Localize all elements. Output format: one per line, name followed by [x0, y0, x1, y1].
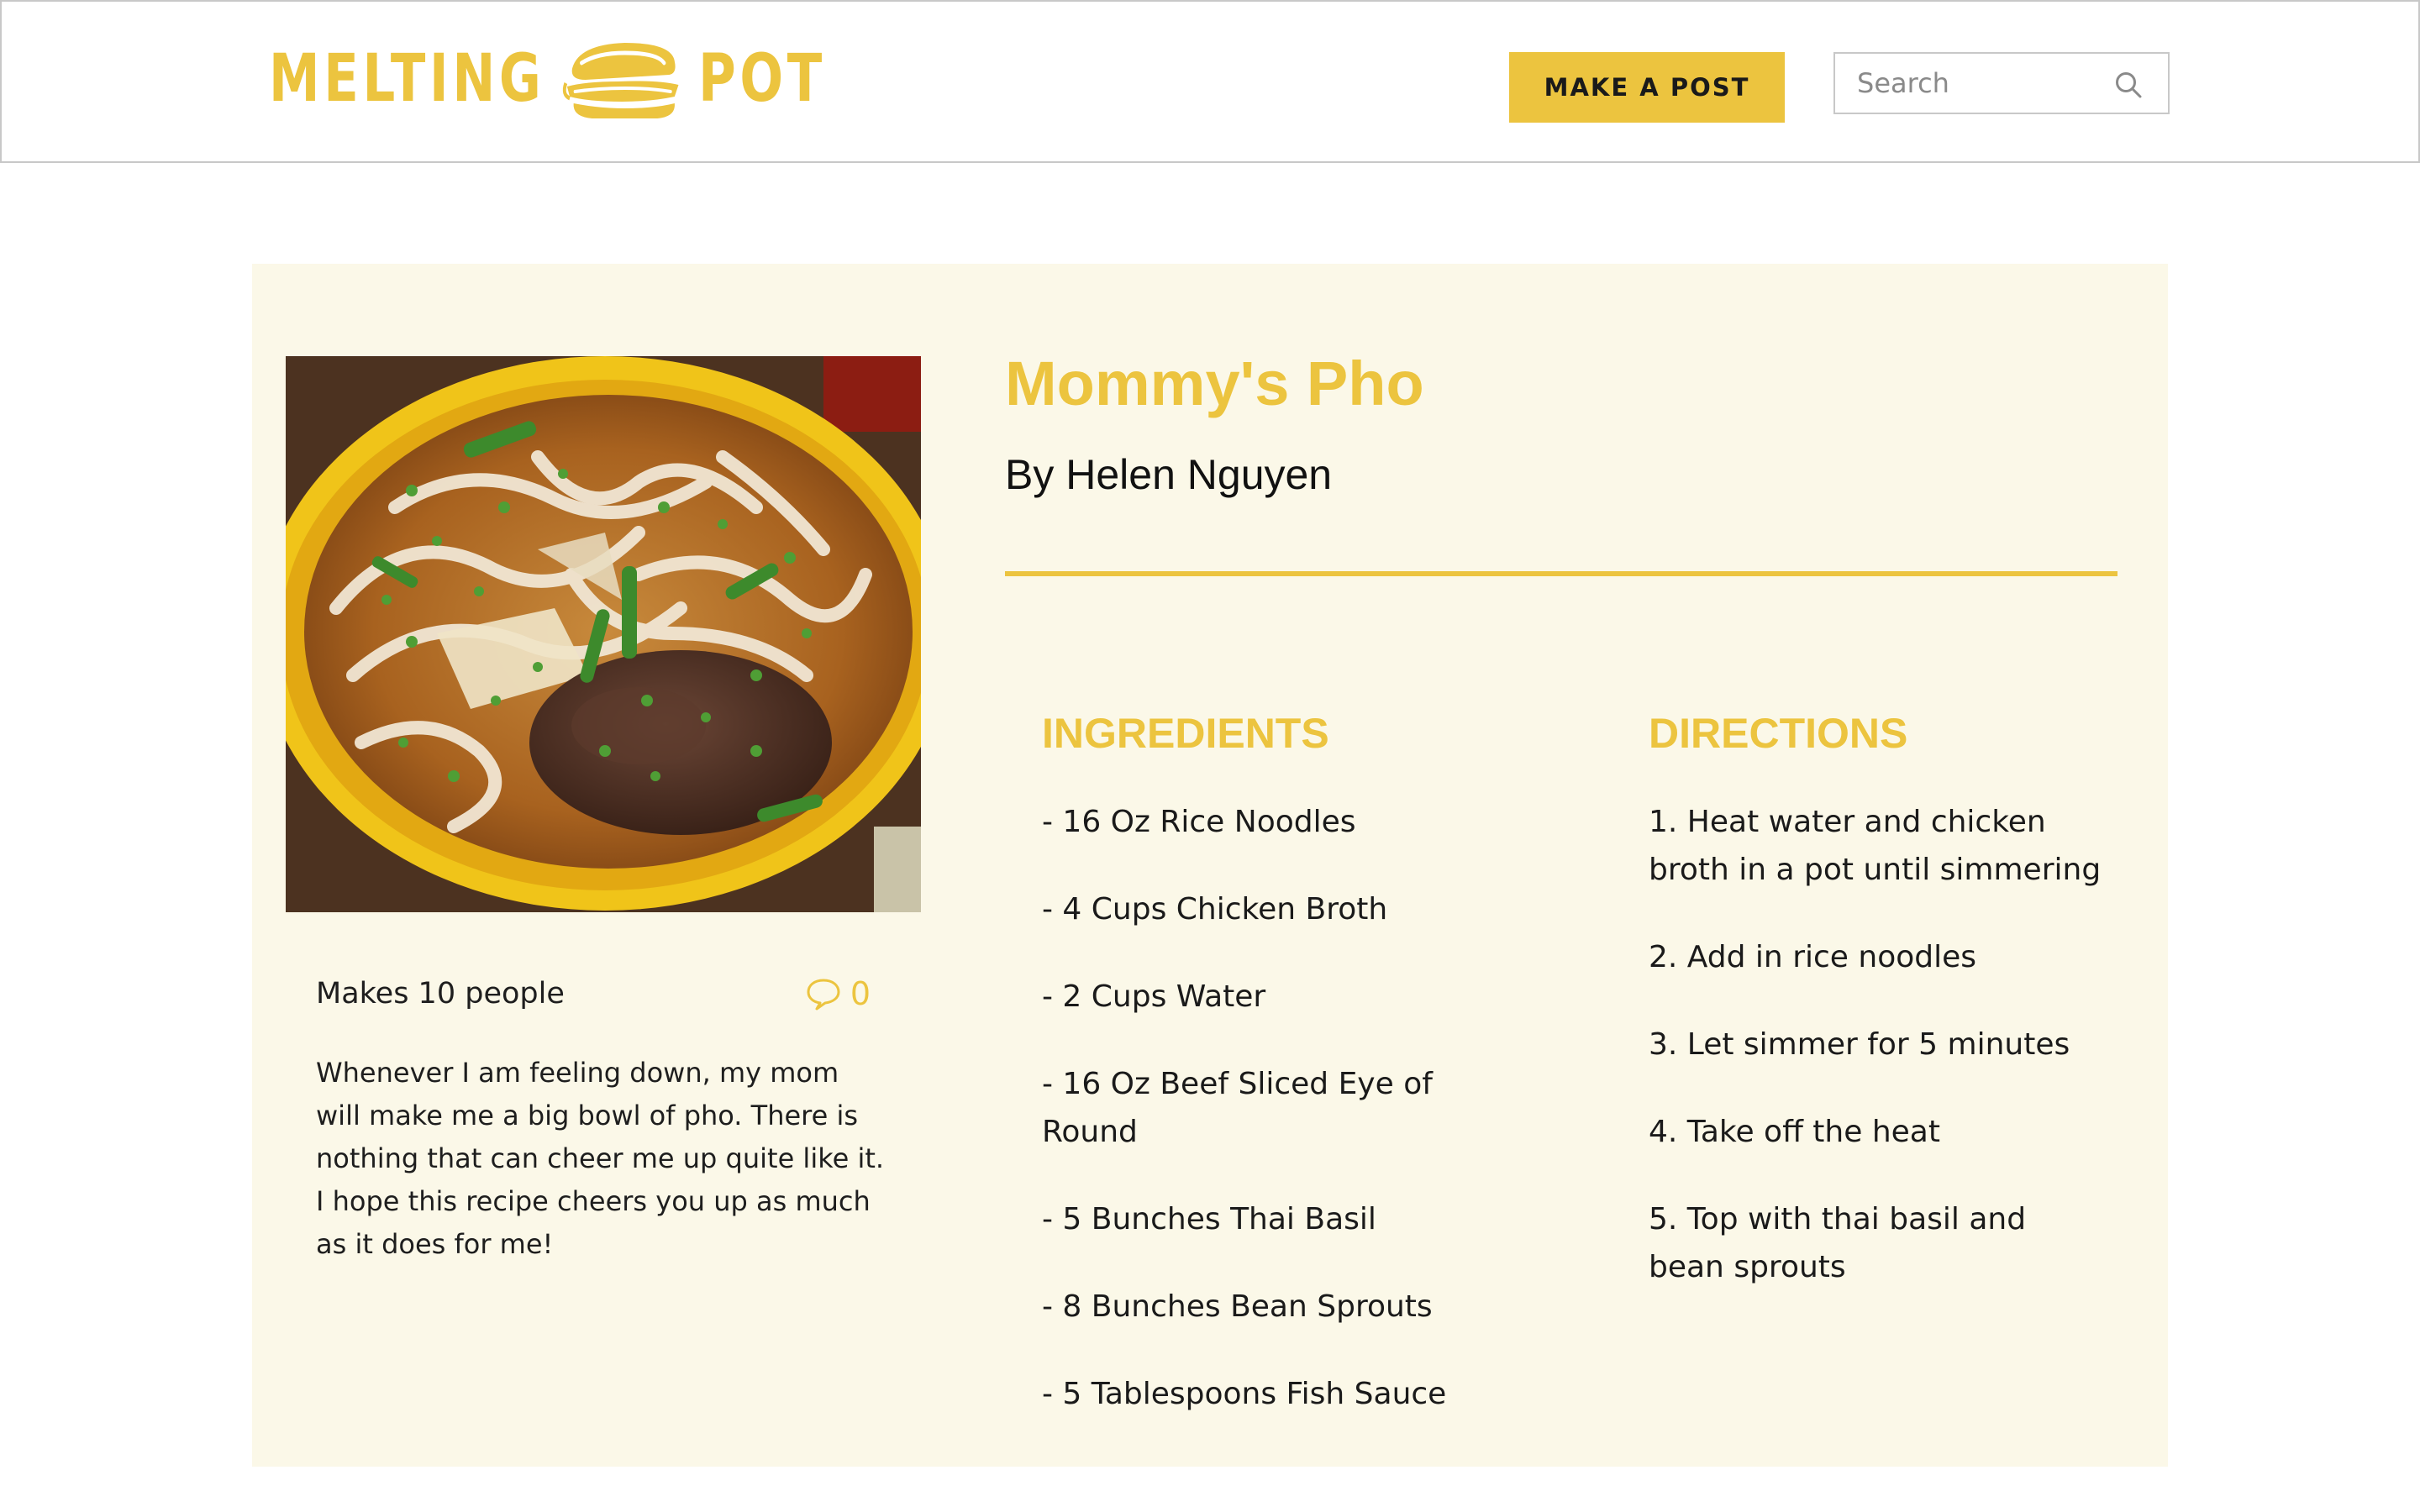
- search-icon[interactable]: [2114, 71, 2143, 99]
- ingredient-item: - 16 Oz Beef Sliced Eye of Round: [1042, 1067, 1433, 1149]
- direction-step: 3. Let simmer for 5 minutes: [1649, 1027, 2070, 1062]
- ingredient-item: - 5 Tablespoons Fish Sauce: [1042, 1377, 1447, 1411]
- direction-step: 1. Heat water and chicken broth in a pot…: [1649, 805, 2102, 887]
- search-input[interactable]: [1835, 54, 2104, 113]
- pho-bowl-photo: [286, 356, 921, 912]
- servings-text: Makes 10 people: [316, 977, 565, 1011]
- site-logo[interactable]: MELTING POT: [269, 37, 826, 121]
- site-header: MELTING POT MAKE A POST: [0, 0, 2420, 163]
- directions-list: 1. Heat water and chicken broth in a pot…: [1649, 798, 2102, 1331]
- direction-step: 2. Add in rice noodles: [1649, 940, 1977, 974]
- search-box: [1833, 52, 2170, 114]
- speech-bubble-icon: [807, 979, 840, 1011]
- direction-step: 4. Take off the heat: [1649, 1115, 1940, 1149]
- direction-step: 5. Top with thai basil and bean sprouts: [1649, 1202, 2027, 1284]
- ingredient-item: - 4 Cups Chicken Broth: [1042, 892, 1388, 927]
- sandwich-icon: [563, 43, 679, 118]
- ingredient-item: - 2 Cups Water: [1042, 979, 1266, 1014]
- ingredients-list: - 16 Oz Rice Noodles - 4 Cups Chicken Br…: [1042, 798, 1479, 1457]
- recipe-description: Whenever I am feeling down, my mom will …: [316, 1057, 885, 1260]
- title-divider: [1005, 571, 2118, 576]
- make-a-post-button[interactable]: MAKE A POST: [1509, 52, 1785, 123]
- comment-count: 0: [850, 975, 871, 1012]
- ingredient-item: - 5 Bunches Thai Basil: [1042, 1202, 1376, 1236]
- ingredients-heading: INGREDIENTS: [1042, 710, 1329, 757]
- recipe-title: Mommy's Pho: [1005, 349, 1424, 418]
- recipe-author: By Helen Nguyen: [1005, 451, 1333, 498]
- comments-button[interactable]: 0: [805, 975, 871, 1012]
- logo-word-melting: MELTING: [269, 41, 545, 117]
- page: MELTING POT MAKE A POST Search Makes 10 …: [0, 0, 2420, 1512]
- recipe-meta-row: Makes 10 people 0: [316, 964, 871, 1023]
- logo-word-pot: POT: [698, 41, 826, 117]
- ingredient-item: - 8 Bunches Bean Sprouts: [1042, 1289, 1433, 1324]
- ingredient-item: - 16 Oz Rice Noodles: [1042, 805, 1356, 839]
- directions-heading: DIRECTIONS: [1649, 710, 1908, 757]
- recipe-card: Makes 10 people 0 Whenever I am feeling …: [252, 264, 2168, 1467]
